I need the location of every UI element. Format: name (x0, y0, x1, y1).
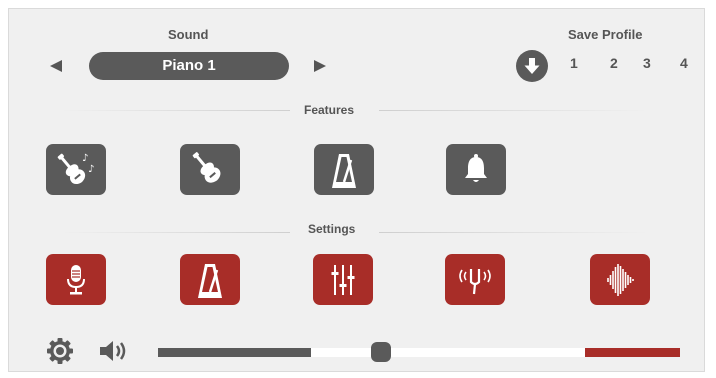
svg-text:♪: ♪ (88, 164, 94, 175)
setting-microphone-button[interactable] (46, 254, 106, 305)
bell-icon (465, 153, 487, 182)
volume-button[interactable] (98, 337, 132, 370)
metronome-icon (198, 263, 222, 298)
slider-track-middle (311, 348, 585, 357)
sound-wave-icon (607, 263, 634, 296)
microphone-icon (67, 264, 85, 294)
settings-divider-left (60, 232, 290, 233)
feature-metronome-button[interactable] (314, 144, 374, 195)
violin-icon (192, 151, 221, 183)
sound-label: Sound (168, 27, 209, 42)
gear-icon (47, 338, 73, 364)
metronome-icon (332, 153, 356, 188)
features-divider-left (60, 110, 290, 111)
sound-prev-button[interactable] (49, 59, 63, 76)
speaker-volume-icon (100, 341, 126, 361)
svg-text:♪: ♪ (82, 153, 88, 164)
profile-4-button[interactable]: 4 (680, 55, 688, 71)
setting-sound-wave-button[interactable] (590, 254, 650, 305)
features-divider-right (379, 110, 649, 111)
feature-violin-button[interactable] (180, 144, 240, 195)
profile-2-button[interactable]: 2 (610, 55, 618, 71)
violin-with-notes-icon: ♪ ♪ (57, 153, 94, 184)
tuning-fork-icon (459, 268, 491, 294)
equalizer-sliders-icon (331, 264, 355, 295)
download-arrow-icon (524, 58, 540, 74)
triangle-right-icon (314, 60, 326, 72)
setting-tuning-fork-button[interactable] (445, 254, 505, 305)
setting-metronome-button[interactable] (180, 254, 240, 305)
volume-slider-knob[interactable] (371, 342, 391, 362)
profile-3-button[interactable]: 3 (643, 55, 651, 71)
features-title: Features (304, 103, 355, 117)
profile-1-button[interactable]: 1 (570, 55, 578, 71)
setting-equalizer-button[interactable] (313, 254, 373, 305)
save-profile-label: Save Profile (568, 27, 643, 42)
feature-bell-button[interactable] (446, 144, 506, 195)
feature-violin-notes-button[interactable]: ♪ ♪ (46, 144, 106, 195)
settings-divider-right (379, 232, 649, 233)
slider-track-left (158, 348, 311, 357)
save-profile-button[interactable] (516, 50, 548, 82)
sound-select[interactable]: Piano 1 (89, 52, 289, 80)
sound-next-button[interactable] (313, 59, 327, 76)
slider-track-right (585, 348, 680, 357)
settings-title: Settings (308, 222, 356, 236)
triangle-left-icon (50, 60, 62, 72)
settings-gear-button[interactable] (46, 337, 74, 370)
